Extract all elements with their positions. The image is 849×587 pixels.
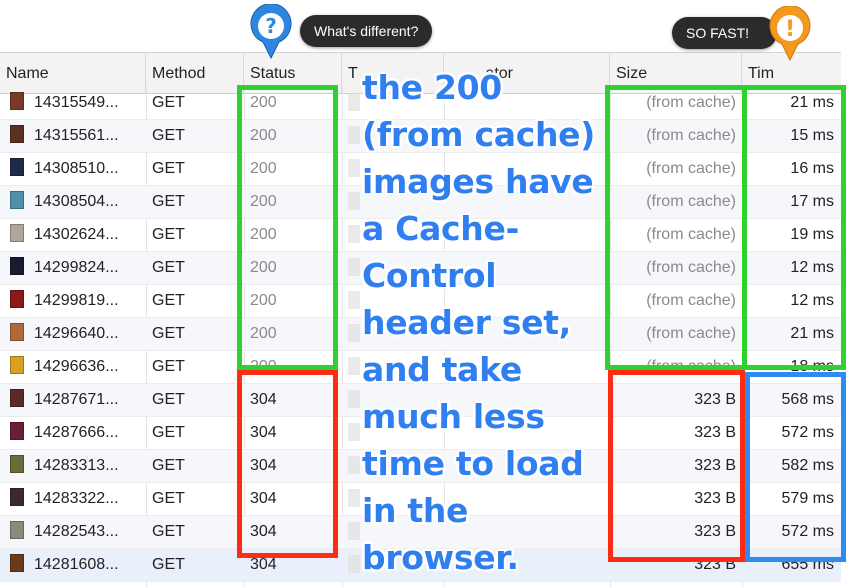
annotation-line: header set,	[362, 303, 571, 342]
image-thumbnail	[10, 554, 24, 572]
request-method: GET	[152, 292, 185, 309]
redacted-block	[348, 324, 360, 342]
request-name-cell: 14283322...	[10, 483, 145, 515]
whats-different-badge: What's different?	[300, 15, 433, 47]
request-name: 14302624...	[34, 226, 119, 243]
request-method: GET	[152, 358, 185, 375]
exclamation-pin-icon: !	[769, 6, 811, 62]
annotation-line: in the	[362, 491, 469, 530]
image-thumbnail	[10, 290, 24, 308]
request-method: GET	[152, 226, 185, 243]
request-name: 14308504...	[34, 193, 119, 210]
request-name-cell: 14283313...	[10, 450, 145, 482]
request-name: 14281608...	[34, 556, 119, 573]
request-method: GET	[152, 457, 185, 474]
request-method: GET	[152, 193, 185, 210]
annotation-text: the 200 (from cache) images have a Cache…	[362, 64, 602, 581]
request-method: GET	[152, 523, 185, 540]
annotation-line: images have	[362, 162, 594, 201]
request-name-cell: 14299824...	[10, 252, 145, 284]
annotation-line: (from cache)	[362, 115, 596, 154]
question-glyph: ?	[265, 14, 277, 38]
request-name: 14283313...	[34, 457, 119, 474]
redacted-block	[348, 357, 360, 375]
image-thumbnail	[10, 422, 24, 440]
request-name: 14282543...	[34, 523, 119, 540]
redacted-block	[348, 489, 360, 507]
redacted-block	[348, 258, 360, 276]
redacted-block	[348, 423, 360, 441]
request-name: 14283322...	[34, 490, 119, 507]
request-name-cell: 14302624...	[10, 219, 145, 251]
request-name: 14315561...	[34, 127, 119, 144]
image-thumbnail	[10, 488, 24, 506]
request-method: GET	[152, 127, 185, 144]
request-method: GET	[152, 424, 185, 441]
annotation-line: the 200	[362, 68, 502, 107]
redacted-block	[348, 456, 360, 474]
annotation-line: much less	[362, 397, 545, 436]
image-thumbnail	[10, 389, 24, 407]
redacted-block	[348, 390, 360, 408]
request-name-cell: 14282543...	[10, 516, 145, 548]
request-name-cell: 14308504...	[10, 186, 145, 218]
request-name: 14296640...	[34, 325, 119, 342]
status-200-highlight	[237, 85, 338, 370]
request-name: 14287671...	[34, 391, 119, 408]
request-method: GET	[152, 259, 185, 276]
request-name-cell: 14299819...	[10, 285, 145, 317]
image-thumbnail	[10, 356, 24, 374]
image-thumbnail	[10, 125, 24, 143]
image-thumbnail	[10, 224, 24, 242]
request-name-cell: 14287666...	[10, 417, 145, 449]
question-pin-icon: ?	[250, 4, 292, 60]
image-thumbnail	[10, 521, 24, 539]
request-name-cell: 14296640...	[10, 318, 145, 350]
request-name: 14299824...	[34, 259, 119, 276]
time-slow-highlight	[745, 372, 846, 562]
request-name: 14296636...	[34, 358, 119, 375]
request-name-cell: 14296636...	[10, 351, 145, 383]
image-thumbnail	[10, 257, 24, 275]
request-method: GET	[152, 556, 185, 573]
exclamation-glyph: !	[785, 17, 795, 42]
time-fast-highlight	[742, 85, 846, 370]
redacted-block	[348, 159, 360, 177]
redacted-block	[348, 192, 360, 210]
so-fast-badge: SO FAST!	[672, 17, 778, 49]
image-thumbnail	[10, 158, 24, 176]
request-method: GET	[152, 160, 185, 177]
annotation-line: time to load	[362, 444, 584, 483]
redacted-block	[348, 555, 360, 573]
request-method: GET	[152, 94, 185, 111]
annotation-line: a Cache-	[362, 209, 519, 248]
redacted-block	[348, 225, 360, 243]
status-304-highlight	[237, 370, 338, 558]
size-from-cache-highlight	[605, 85, 747, 370]
annotation-line: browser.	[362, 538, 519, 577]
request-name-cell: 14287671...	[10, 384, 145, 416]
request-name-cell: 14315561...	[10, 120, 145, 152]
image-thumbnail	[10, 191, 24, 209]
request-name: 14287666...	[34, 424, 119, 441]
request-name: 14308510...	[34, 160, 119, 177]
size-323b-highlight	[608, 370, 745, 562]
request-method: GET	[152, 490, 185, 507]
redacted-block	[348, 93, 360, 111]
request-method: GET	[152, 325, 185, 342]
request-name-cell: 14308510...	[10, 153, 145, 185]
redacted-block	[348, 291, 360, 309]
image-thumbnail	[10, 455, 24, 473]
request-method: GET	[152, 391, 185, 408]
redacted-block	[348, 126, 360, 144]
request-name: 14315549...	[34, 94, 119, 111]
image-thumbnail	[10, 92, 24, 110]
redacted-block	[348, 522, 360, 540]
request-name-cell: 14315549...	[10, 87, 145, 119]
request-name: 14299819...	[34, 292, 119, 309]
image-thumbnail	[10, 323, 24, 341]
request-name-cell: 14281608...	[10, 549, 145, 581]
annotation-line: Control	[362, 256, 497, 295]
annotation-line: and take	[362, 350, 522, 389]
